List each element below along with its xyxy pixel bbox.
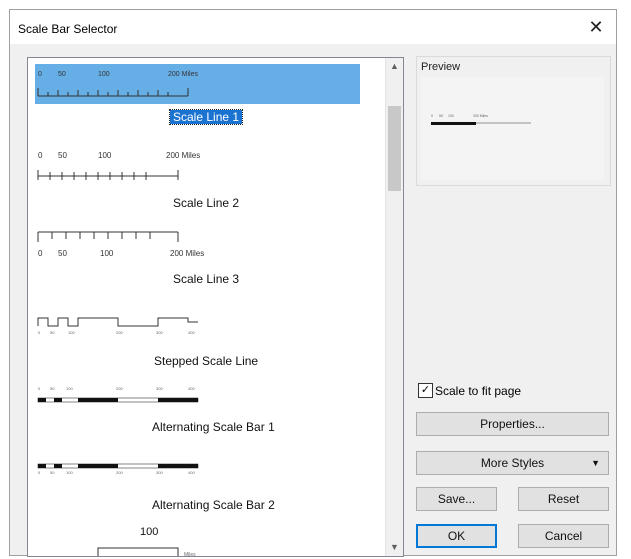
list-item-label: Scale Line 1 bbox=[168, 109, 244, 125]
stepped-scale-line-graphic: 0 50 100 200 300 400 bbox=[37, 317, 198, 335]
svg-text:100: 100 bbox=[66, 386, 73, 391]
list-item-label: Alternating Scale Bar 1 bbox=[152, 420, 275, 434]
save-button-label: Save... bbox=[437, 492, 476, 506]
list-item-partial[interactable]: 100 Miles bbox=[28, 522, 386, 557]
tick-label: 100 bbox=[98, 71, 110, 78]
tick-label: 100 bbox=[98, 151, 112, 160]
list-item-scale-line-3[interactable]: 0 50 100 200 Miles Scale Line 3 bbox=[28, 218, 386, 298]
scale-to-fit-label: Scale to fit page bbox=[435, 384, 522, 398]
background-window-edge bbox=[616, 0, 631, 559]
svg-text:200: 200 bbox=[116, 470, 123, 475]
list-item-alternating-scale-bar-1[interactable]: 0 50 100 200 300 400 Alternating Scale Bar 1 bbox=[28, 374, 386, 448]
svg-text:100: 100 bbox=[68, 330, 75, 335]
svg-text:100: 100 bbox=[448, 114, 454, 118]
style-list-items: 0 50 100 200 Miles Scale Line 1 0 50 100… bbox=[28, 58, 386, 556]
scale-line-1-graphic: 0 50 100 200 Miles bbox=[37, 71, 198, 97]
tick-label: 100 bbox=[140, 526, 159, 538]
svg-text:0: 0 bbox=[38, 330, 41, 335]
svg-text:Miles: Miles bbox=[184, 552, 196, 557]
ok-button-label: OK bbox=[447, 529, 466, 543]
svg-text:400: 400 bbox=[188, 386, 195, 391]
svg-text:0: 0 bbox=[431, 114, 433, 118]
list-item-scale-line-1[interactable]: 0 50 100 200 Miles Scale Line 1 bbox=[28, 58, 386, 138]
close-icon: ✕ bbox=[588, 17, 604, 37]
list-item-label: Scale Line 2 bbox=[173, 196, 240, 210]
chevron-down-icon[interactable]: ▼ bbox=[386, 539, 403, 556]
svg-text:400: 400 bbox=[188, 330, 195, 335]
cancel-button[interactable]: Cancel bbox=[518, 524, 609, 548]
scroll-thumb[interactable] bbox=[388, 106, 401, 191]
dialog-title: Scale Bar Selector bbox=[18, 22, 118, 36]
svg-text:200 Miles: 200 Miles bbox=[473, 114, 488, 118]
svg-text:0: 0 bbox=[38, 470, 41, 475]
svg-text:50: 50 bbox=[50, 386, 55, 391]
cancel-button-label: Cancel bbox=[544, 529, 583, 543]
partial-scale-graphic: Miles bbox=[97, 547, 196, 557]
tick-label: 0 bbox=[38, 249, 43, 258]
more-styles-button-label: More Styles bbox=[480, 456, 545, 470]
list-scrollbar[interactable]: ▲ ▼ bbox=[385, 58, 403, 556]
list-item-label: Alternating Scale Bar 2 bbox=[152, 498, 275, 512]
tick-label: 200 Miles bbox=[166, 151, 200, 160]
svg-text:0: 0 bbox=[38, 386, 41, 391]
alternating-scale-bar-2-graphic: 0 50 100 200 300 400 bbox=[37, 463, 199, 475]
tick-label: 50 bbox=[58, 249, 67, 258]
svg-text:300: 300 bbox=[156, 386, 163, 391]
svg-text:50: 50 bbox=[50, 330, 55, 335]
tick-label: 50 bbox=[58, 71, 66, 78]
svg-text:100: 100 bbox=[66, 470, 73, 475]
preview-area: 0 50 100 200 Miles bbox=[421, 77, 604, 180]
list-item-label: Scale Line 3 bbox=[173, 272, 240, 286]
list-item-alternating-scale-bar-2[interactable]: 0 50 100 200 300 400 Alternating Scale Bar 2 bbox=[28, 448, 386, 522]
svg-text:400: 400 bbox=[188, 470, 195, 475]
properties-button[interactable]: Properties... bbox=[416, 412, 609, 436]
reset-button[interactable]: Reset bbox=[518, 487, 609, 511]
check-icon: ✓ bbox=[420, 384, 431, 396]
preview-group: Preview 0 50 100 200 Miles bbox=[416, 56, 611, 186]
tick-label: 200 Miles bbox=[170, 249, 204, 258]
svg-text:300: 300 bbox=[156, 330, 163, 335]
style-list[interactable]: 0 50 100 200 Miles Scale Line 1 0 50 100… bbox=[27, 57, 404, 557]
tick-label: 50 bbox=[58, 151, 67, 160]
reset-button-label: Reset bbox=[547, 492, 580, 506]
list-item-scale-line-2[interactable]: 0 50 100 200 Miles Scale Line 2 bbox=[28, 138, 386, 218]
scale-line-2-graphic: 0 50 100 200 Miles bbox=[37, 151, 200, 180]
title-bar: Scale Bar Selector ✕ bbox=[10, 10, 616, 44]
tick-label: 0 bbox=[38, 151, 43, 160]
svg-text:50: 50 bbox=[439, 114, 443, 118]
svg-text:50: 50 bbox=[50, 470, 55, 475]
chevron-up-icon[interactable]: ▲ bbox=[386, 58, 403, 75]
scale-line-3-graphic: 0 50 100 200 Miles bbox=[37, 231, 204, 258]
list-item-label: Stepped Scale Line bbox=[154, 354, 259, 368]
list-item-stepped-scale-line[interactable]: 0 50 100 200 300 400 Stepped Scale Line bbox=[28, 298, 386, 374]
save-button[interactable]: Save... bbox=[416, 487, 497, 511]
preview-scale-bar-graphic: 0 50 100 200 Miles bbox=[431, 114, 531, 125]
preview-title: Preview bbox=[421, 61, 461, 73]
tick-label: 200 Miles bbox=[168, 71, 198, 78]
svg-text:300: 300 bbox=[156, 470, 163, 475]
more-styles-button[interactable]: More Styles ▼ bbox=[416, 451, 609, 475]
scale-to-fit-checkbox[interactable]: ✓ bbox=[418, 383, 433, 398]
svg-text:200: 200 bbox=[116, 330, 123, 335]
scale-bar-selector-dialog: Scale Bar Selector ✕ 0 50 100 200 Miles bbox=[9, 9, 617, 557]
caret-down-icon: ▼ bbox=[591, 458, 600, 468]
alternating-scale-bar-1-graphic: 0 50 100 200 300 400 bbox=[37, 386, 199, 403]
svg-text:200: 200 bbox=[116, 386, 123, 391]
properties-button-label: Properties... bbox=[480, 417, 545, 431]
tick-label: 0 bbox=[38, 71, 42, 78]
tick-label: 100 bbox=[100, 249, 114, 258]
ok-button[interactable]: OK bbox=[416, 524, 497, 548]
close-button[interactable]: ✕ bbox=[576, 10, 616, 44]
